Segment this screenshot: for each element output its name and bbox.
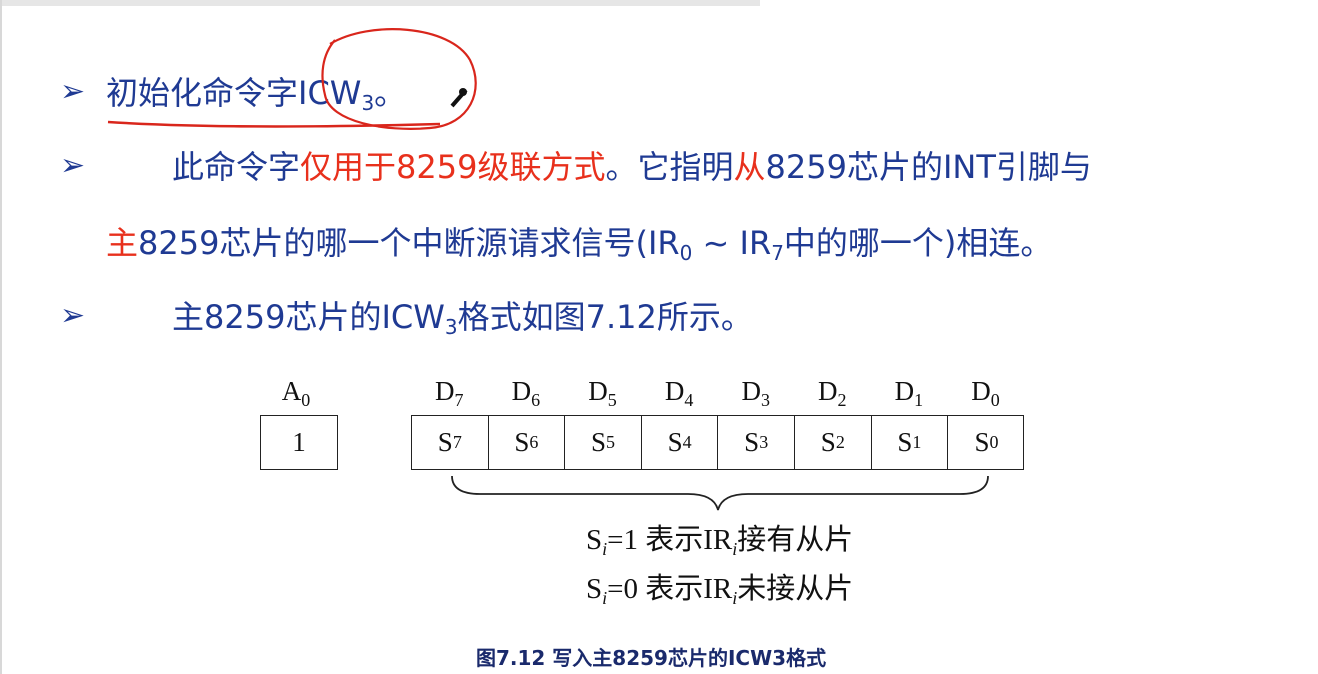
bit-header-sub: 2	[837, 390, 847, 410]
legend-eq: =1 表示IR	[607, 524, 733, 556]
bit-cell-sub: 1	[912, 432, 922, 452]
bit-header-sub: 5	[607, 390, 617, 410]
annotation-circle	[321, 28, 477, 130]
bit-cell: S5	[565, 416, 642, 469]
brace-icon	[451, 475, 989, 511]
bit-cell: S0	[948, 416, 1025, 469]
annotation-underline	[107, 120, 441, 128]
bit-header: D5	[573, 376, 633, 411]
bit-header-letter: D	[511, 376, 532, 406]
bit-cell-sub: 7	[452, 432, 462, 452]
bit-cell-letter: S	[820, 427, 836, 457]
bit-header: D2	[802, 376, 862, 411]
bit-cell: S3	[718, 416, 795, 469]
bit-cells: S7S6S5S4S3S2S1S0	[411, 415, 1024, 470]
legend-tail: 未接从片	[737, 573, 854, 605]
bit-header-letter: D	[818, 376, 838, 406]
pen-cursor-icon	[450, 88, 468, 108]
legend-s: S	[586, 573, 603, 605]
bit-cell: S6	[489, 416, 566, 469]
bit-cell-sub: 3	[759, 432, 769, 452]
bit-header-sub: 3	[760, 390, 770, 410]
bit-cell-letter: S	[590, 427, 606, 457]
bit-cell: S4	[642, 416, 719, 469]
legend-line-1: Si=1 表示IRi接有从片	[586, 516, 853, 560]
bit-cell-letter: S	[974, 427, 990, 457]
legend-line-2: Si=0 表示IRi未接从片	[586, 565, 853, 609]
legend-eq: =0 表示IR	[607, 573, 733, 605]
bit-cell: S1	[872, 416, 949, 469]
a0-value: 1	[292, 427, 306, 457]
bit-header-letter: D	[971, 376, 991, 406]
bit-cell-sub: 2	[835, 432, 845, 452]
legend-s: S	[586, 524, 603, 556]
a0-header-sub: 0	[301, 390, 311, 410]
bit-header-sub: 6	[531, 390, 541, 410]
bit-header-sub: 0	[990, 390, 1000, 410]
legend-tail: 接有从片	[737, 524, 854, 556]
bit-cell-letter: S	[437, 427, 453, 457]
a0-box: 1	[260, 415, 338, 470]
bit-cell-letter: S	[744, 427, 760, 457]
bit-cell-sub: 5	[606, 432, 615, 452]
bit-header-letter: D	[588, 376, 608, 406]
bit-header: D6	[496, 376, 556, 411]
bit-header-sub: 1	[914, 390, 924, 410]
bit-cell-sub: 6	[529, 432, 539, 452]
bit-header: D4	[649, 376, 709, 411]
bit-cell-letter: S	[514, 427, 530, 457]
bit-cell-sub: 0	[989, 432, 999, 452]
figure-caption: 图7.12 写入主8259芯片的ICW3格式	[476, 646, 827, 670]
bit-header-sub: 4	[684, 390, 694, 410]
bit-cell-letter: S	[667, 427, 683, 457]
a0-header-letter: A	[281, 376, 302, 406]
bit-cell: S7	[412, 416, 489, 469]
a0-header: A0	[266, 376, 326, 411]
bit-header: D3	[726, 376, 786, 411]
bit-cell-letter: S	[897, 427, 913, 457]
bit-cell: S2	[795, 416, 872, 469]
bit-header-letter: D	[435, 376, 455, 406]
bit-header: D0	[956, 376, 1016, 411]
bit-header-sub: 7	[454, 390, 464, 410]
bit-header: D7	[419, 376, 479, 411]
bit-header-letter: D	[894, 376, 915, 406]
bit-header-letter: D	[741, 376, 761, 406]
bit-header: D1	[879, 376, 939, 411]
bit-header-letter: D	[664, 376, 685, 406]
bit-cell-sub: 4	[682, 432, 692, 452]
